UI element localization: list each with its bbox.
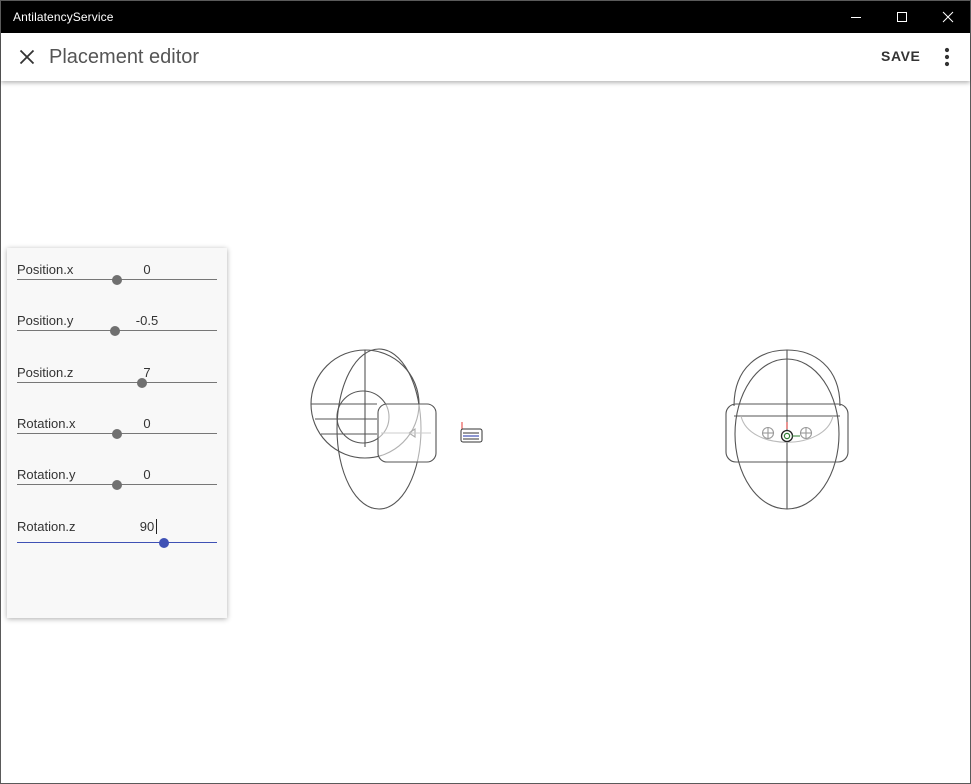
slider-thumb[interactable] [112, 480, 122, 490]
maximize-button[interactable] [879, 1, 925, 33]
field-label: Rotation.y [17, 467, 76, 482]
field-label: Position.y [17, 313, 74, 328]
position-z-input[interactable]: 7 [127, 365, 167, 380]
field-label: Position.z [17, 365, 74, 380]
close-icon [19, 49, 35, 65]
tag-front-marker-icon [780, 422, 800, 443]
title-bar: AntilatencyService [1, 1, 970, 33]
position-y-input[interactable]: -0.5 [127, 313, 167, 328]
more-options-button[interactable] [935, 45, 959, 69]
save-button[interactable]: SAVE [881, 48, 921, 64]
close-editor-button[interactable] [13, 43, 41, 71]
minimize-button[interactable] [833, 1, 879, 33]
position-z-field: Position.z 7 [17, 365, 217, 405]
rotation-y-field: Rotation.y 0 [17, 467, 217, 507]
slider-thumb[interactable] [112, 275, 122, 285]
minimize-icon [851, 17, 861, 18]
position-x-field: Position.x 0 [17, 262, 217, 302]
rotation-z-input[interactable]: 90 [127, 519, 167, 534]
rotation-y-input[interactable]: 0 [127, 467, 167, 482]
text-caret [156, 519, 157, 534]
placement-controls-panel: Position.x 0 Position.y -0.5 Position.z … [7, 248, 227, 618]
position-y-field: Position.y -0.5 [17, 313, 217, 353]
window-close-button[interactable] [925, 1, 971, 33]
more-vert-icon [944, 47, 950, 67]
app-bar: Placement editor SAVE [1, 33, 970, 81]
field-label: Position.x [17, 262, 74, 277]
head-side-view [310, 348, 437, 510]
position-x-input[interactable]: 0 [127, 262, 167, 277]
close-icon [942, 11, 954, 23]
slider-thumb[interactable] [110, 326, 120, 336]
slider-thumb[interactable] [159, 538, 169, 548]
rotation-x-field: Rotation.x 0 [17, 416, 217, 456]
app-window: AntilatencyService Placement editor SAVE [0, 0, 971, 784]
field-label: Rotation.x [17, 416, 76, 431]
position-z-slider[interactable] [17, 382, 217, 383]
field-label: Rotation.z [17, 519, 76, 534]
rotation-z-slider[interactable] [17, 542, 217, 543]
rotation-x-input[interactable]: 0 [127, 416, 167, 431]
tag-device-icon [460, 422, 483, 443]
slider-thumb[interactable] [112, 429, 122, 439]
rotation-z-field: Rotation.z 90 [17, 519, 217, 559]
window-title: AntilatencyService [13, 10, 114, 24]
slider-thumb[interactable] [137, 378, 147, 388]
page-title: Placement editor [49, 46, 200, 68]
maximize-icon [897, 12, 907, 22]
head-front-view [725, 349, 849, 510]
